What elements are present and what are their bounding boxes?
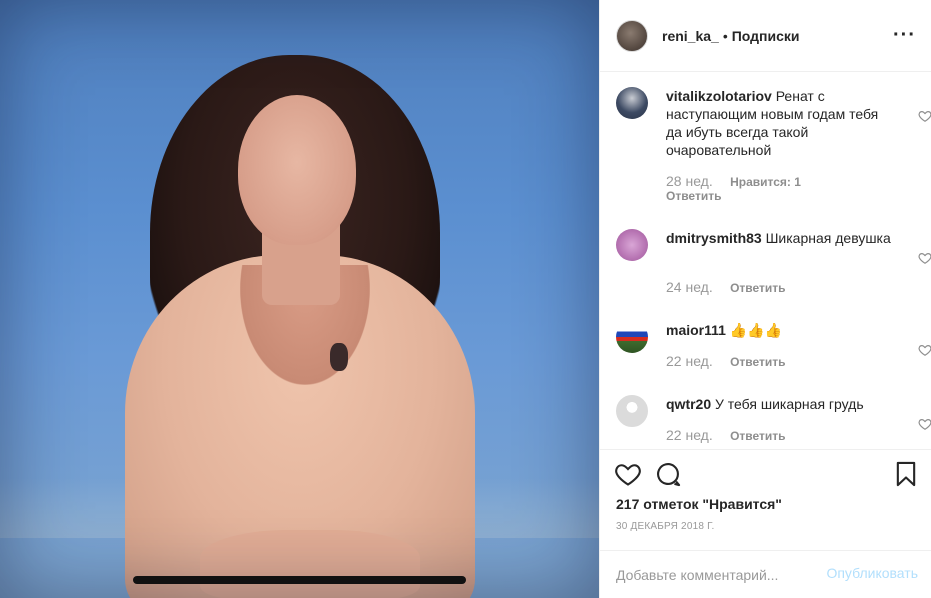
comment-meta: 22 нед. Ответить [666, 427, 786, 443]
comment-bubble-icon[interactable] [654, 460, 682, 488]
post-video[interactable] [0, 0, 599, 598]
comment-time[interactable]: 22 нед. [666, 427, 713, 443]
post-actions: 217 отметок "Нравится" 30 декабря 2018 г… [600, 449, 931, 598]
comment-like-heart-icon[interactable] [918, 109, 931, 123]
commenter-username[interactable]: dmitrysmith83 [666, 230, 762, 246]
reply-button[interactable]: Ответить [730, 281, 785, 295]
commenter-avatar[interactable] [616, 87, 648, 119]
post-header: reni_ka_ • Подписки ··· [600, 0, 931, 72]
author-username[interactable]: reni_ka_ [662, 28, 719, 44]
comment-input[interactable] [616, 565, 816, 585]
comment-time[interactable]: 22 нед. [666, 353, 713, 369]
commenter-username[interactable]: maior111 [666, 322, 726, 338]
author-avatar[interactable] [616, 19, 648, 52]
video-vignette [0, 0, 599, 598]
comment-body: qwtr20 У тебя шикарная грудь [666, 395, 896, 413]
comment-item: qwtr20 У тебя шикарная грудь 22 нед. Отв… [616, 395, 931, 449]
comment-meta: 24 нед. Ответить [666, 279, 786, 295]
comment-meta: 28 нед. Нравится: 1 Ответить [666, 173, 801, 203]
commenter-username[interactable]: vitalikzolotariov [666, 88, 772, 104]
comment-like-heart-icon[interactable] [918, 343, 931, 357]
comment-composer: Опубликовать [600, 550, 931, 598]
comment-time[interactable]: 24 нед. [666, 279, 713, 295]
reply-button[interactable]: Ответить [666, 189, 721, 203]
comment-meta: 22 нед. Ответить [666, 353, 786, 369]
like-heart-icon[interactable] [614, 460, 642, 488]
comment-likes[interactable]: Нравится: 1 [730, 175, 801, 189]
more-options-icon[interactable]: ··· [893, 25, 916, 45]
commenter-avatar[interactable] [616, 395, 648, 427]
reply-button[interactable]: Ответить [730, 429, 785, 443]
comment-body: vitalikzolotariov Ренат с наступающим но… [666, 87, 896, 159]
commenter-avatar[interactable] [616, 321, 648, 353]
reply-button[interactable]: Ответить [730, 355, 785, 369]
comment-body: dmitrysmith83 Шикарная девушка [666, 229, 896, 247]
comment-time[interactable]: 28 нед. [666, 173, 713, 189]
commenter-avatar[interactable] [616, 229, 648, 261]
comment-like-heart-icon[interactable] [918, 417, 931, 431]
comment-body: maior111 👍👍👍 [666, 321, 896, 339]
following-button[interactable]: Подписки [732, 28, 800, 44]
likes-count[interactable]: 217 отметок "Нравится" [616, 496, 782, 512]
comment-text: Шикарная девушка [765, 230, 891, 246]
comment-item: vitalikzolotariov Ренат с наступающим но… [616, 87, 931, 217]
video-progress-bar[interactable] [133, 576, 466, 584]
comment-item: maior111 👍👍👍 22 нед. Ответить [616, 321, 931, 377]
comment-item: dmitrysmith83 Шикарная девушка 24 нед. О… [616, 229, 931, 299]
header-separator: • [722, 27, 728, 44]
comment-text: 👍👍👍 [729, 322, 783, 338]
publish-button[interactable]: Опубликовать [826, 565, 918, 581]
bookmark-icon[interactable] [892, 460, 920, 488]
comment-text: У тебя шикарная грудь [715, 396, 864, 412]
post-side-panel: reni_ka_ • Подписки ··· vitalikzolotario… [599, 0, 931, 598]
comments-list[interactable]: vitalikzolotariov Ренат с наступающим но… [600, 73, 931, 449]
commenter-username[interactable]: qwtr20 [666, 396, 711, 412]
comment-like-heart-icon[interactable] [918, 251, 931, 265]
post-date[interactable]: 30 декабря 2018 г. [616, 521, 714, 532]
